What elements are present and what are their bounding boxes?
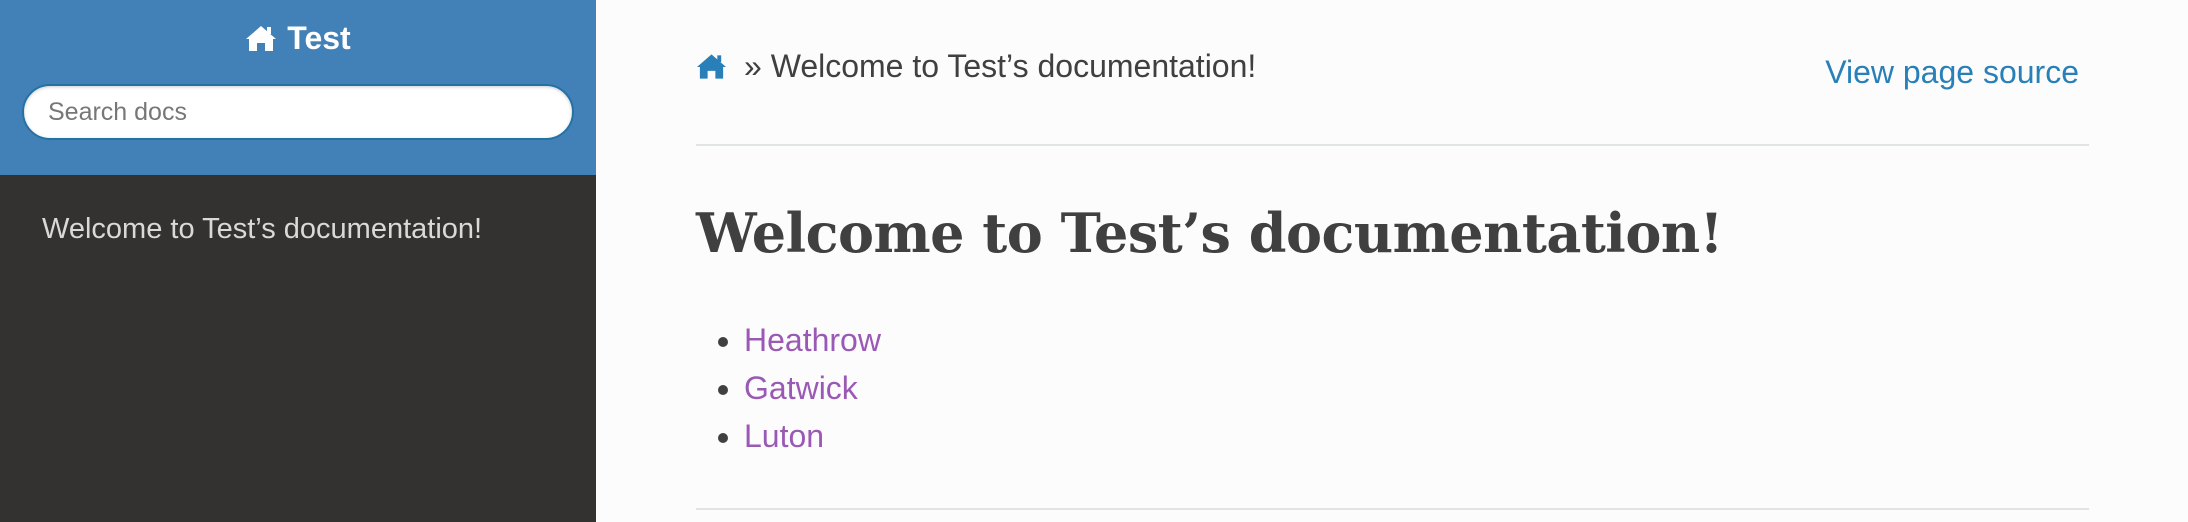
list-item: Gatwick: [744, 364, 881, 412]
home-icon: [246, 26, 277, 51]
link-gatwick[interactable]: Gatwick: [744, 370, 858, 406]
project-name: Test: [287, 20, 351, 56]
toc-list: Heathrow Gatwick Luton: [706, 316, 881, 460]
page-layout: Test Welcome to Test’s documentation! » …: [0, 0, 2188, 522]
sidebar: Test Welcome to Test’s documentation!: [0, 0, 596, 522]
breadcrumb-current: » Welcome to Test’s documentation!: [744, 48, 1257, 84]
search-input[interactable]: [22, 84, 574, 140]
page-title: Welcome to Test’s documentation!: [696, 201, 1723, 265]
project-home-link[interactable]: Test: [245, 18, 351, 58]
main-content: » Welcome to Test’s documentation! View …: [596, 0, 2188, 522]
sidebar-header: Test: [0, 0, 596, 175]
sidebar-nav: Welcome to Test’s documentation!: [0, 175, 596, 249]
link-luton[interactable]: Luton: [744, 418, 824, 454]
home-icon[interactable]: [696, 52, 727, 80]
view-page-source-link[interactable]: View page source: [1825, 52, 2079, 92]
search-container: [0, 84, 596, 140]
list-item: Luton: [744, 412, 881, 460]
list-item: Heathrow: [744, 316, 881, 364]
footer-divider: [696, 508, 2089, 510]
sidebar-item-welcome[interactable]: Welcome to Test’s documentation!: [42, 209, 482, 249]
link-heathrow[interactable]: Heathrow: [744, 322, 881, 358]
breadcrumb: » Welcome to Test’s documentation! View …: [696, 46, 2089, 146]
